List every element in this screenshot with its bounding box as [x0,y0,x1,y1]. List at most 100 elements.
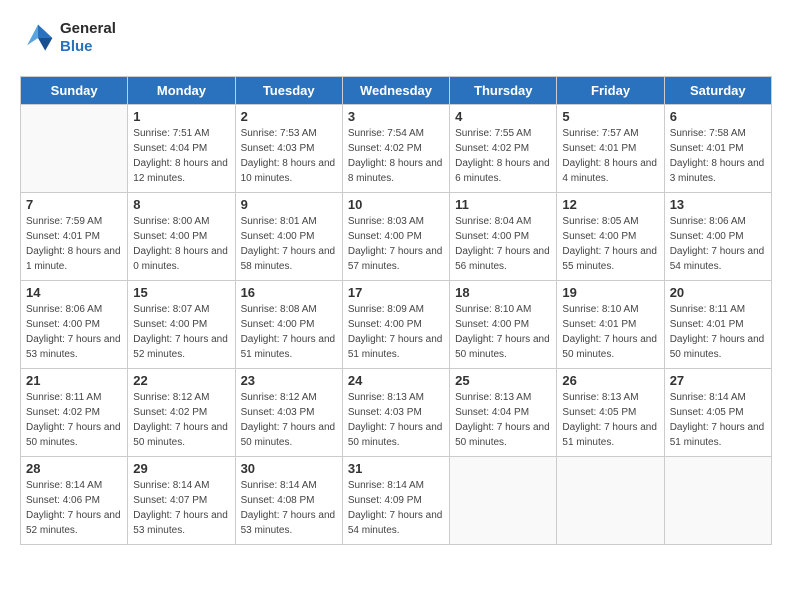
calendar-cell [21,105,128,193]
day-info: Sunrise: 8:12 AMSunset: 4:03 PMDaylight:… [241,390,337,450]
day-info: Sunrise: 8:14 AMSunset: 4:08 PMDaylight:… [241,478,337,538]
calendar-cell: 20 Sunrise: 8:11 AMSunset: 4:01 PMDayligh… [664,281,771,369]
day-info: Sunrise: 7:51 AMSunset: 4:04 PMDaylight:… [133,126,229,186]
day-number: 17 [348,285,444,300]
calendar-cell: 13 Sunrise: 8:06 AMSunset: 4:00 PMDayligh… [664,193,771,281]
day-info: Sunrise: 8:11 AMSunset: 4:01 PMDaylight:… [670,302,766,362]
calendar-cell: 25 Sunrise: 8:13 AMSunset: 4:04 PMDayligh… [450,369,557,457]
calendar-cell: 22 Sunrise: 8:12 AMSunset: 4:02 PMDayligh… [128,369,235,457]
day-number: 13 [670,197,766,212]
day-number: 19 [562,285,658,300]
calendar-cell: 30 Sunrise: 8:14 AMSunset: 4:08 PMDayligh… [235,457,342,545]
day-info: Sunrise: 8:08 AMSunset: 4:00 PMDaylight:… [241,302,337,362]
col-header-tuesday: Tuesday [235,77,342,105]
day-info: Sunrise: 7:58 AMSunset: 4:01 PMDaylight:… [670,126,766,186]
calendar-cell: 10Sunrise: 8:03 AMSunset: 4:00 PMDayligh… [342,193,449,281]
calendar-cell: 26 Sunrise: 8:13 AMSunset: 4:05 PMDayligh… [557,369,664,457]
calendar-cell: 28 Sunrise: 8:14 AMSunset: 4:06 PMDayligh… [21,457,128,545]
calendar-cell: 4 Sunrise: 7:55 AMSunset: 4:02 PMDaylight… [450,105,557,193]
day-number: 5 [562,109,658,124]
calendar-cell [450,457,557,545]
day-number: 20 [670,285,766,300]
day-info: Sunrise: 8:14 AMSunset: 4:07 PMDaylight:… [133,478,229,538]
day-info: Sunrise: 8:13 AMSunset: 4:05 PMDaylight:… [562,390,658,450]
day-number: 28 [26,461,122,476]
day-info: Sunrise: 7:57 AMSunset: 4:01 PMDaylight:… [562,126,658,186]
day-number: 25 [455,373,551,388]
day-info: Sunrise: 7:59 AMSunset: 4:01 PMDaylight:… [26,214,122,274]
calendar-cell: 27 Sunrise: 8:14 AMSunset: 4:05 PMDayligh… [664,369,771,457]
col-header-monday: Monday [128,77,235,105]
day-info: Sunrise: 8:00 AMSunset: 4:00 PMDaylight:… [133,214,229,274]
day-number: 1 [133,109,229,124]
calendar-cell: 17 Sunrise: 8:09 AMSunset: 4:00 PMDayligh… [342,281,449,369]
day-info: Sunrise: 8:14 AMSunset: 4:09 PMDaylight:… [348,478,444,538]
day-number: 27 [670,373,766,388]
day-info: Sunrise: 8:06 AMSunset: 4:00 PMDaylight:… [670,214,766,274]
calendar-cell: 21 Sunrise: 8:11 AMSunset: 4:02 PMDayligh… [21,369,128,457]
day-number: 15 [133,285,229,300]
day-info: Sunrise: 8:03 AMSunset: 4:00 PMDaylight:… [348,214,444,274]
day-number: 24 [348,373,444,388]
day-number: 14 [26,285,122,300]
calendar-table: SundayMondayTuesdayWednesdayThursdayFrid… [20,76,772,545]
day-number: 31 [348,461,444,476]
calendar-cell: 6 Sunrise: 7:58 AMSunset: 4:01 PMDaylight… [664,105,771,193]
day-info: Sunrise: 7:54 AMSunset: 4:02 PMDaylight:… [348,126,444,186]
col-header-sunday: Sunday [21,77,128,105]
day-number: 8 [133,197,229,212]
day-number: 6 [670,109,766,124]
day-info: Sunrise: 8:11 AMSunset: 4:02 PMDaylight:… [26,390,122,450]
day-info: Sunrise: 8:05 AMSunset: 4:00 PMDaylight:… [562,214,658,274]
calendar-cell: 9Sunrise: 8:01 AMSunset: 4:00 PMDaylight… [235,193,342,281]
calendar-cell: 7 Sunrise: 7:59 AMSunset: 4:01 PMDaylight… [21,193,128,281]
logo-blue: Blue [60,38,116,56]
day-number: 7 [26,197,122,212]
day-number: 2 [241,109,337,124]
logo: General Blue [20,20,116,56]
day-number: 22 [133,373,229,388]
calendar-cell: 29 Sunrise: 8:14 AMSunset: 4:07 PMDayligh… [128,457,235,545]
calendar-cell: 2 Sunrise: 7:53 AMSunset: 4:03 PMDaylight… [235,105,342,193]
calendar-cell: 1 Sunrise: 7:51 AMSunset: 4:04 PMDaylight… [128,105,235,193]
day-info: Sunrise: 8:09 AMSunset: 4:00 PMDaylight:… [348,302,444,362]
day-number: 11 [455,197,551,212]
day-number: 30 [241,461,337,476]
calendar-cell: 8 Sunrise: 8:00 AMSunset: 4:00 PMDaylight… [128,193,235,281]
calendar-cell: 3Sunrise: 7:54 AMSunset: 4:02 PMDaylight… [342,105,449,193]
calendar-cell: 23 Sunrise: 8:12 AMSunset: 4:03 PMDayligh… [235,369,342,457]
calendar-cell: 12 Sunrise: 8:05 AMSunset: 4:00 PMDayligh… [557,193,664,281]
calendar-cell: 5 Sunrise: 7:57 AMSunset: 4:01 PMDaylight… [557,105,664,193]
day-info: Sunrise: 7:53 AMSunset: 4:03 PMDaylight:… [241,126,337,186]
day-info: Sunrise: 8:14 AMSunset: 4:05 PMDaylight:… [670,390,766,450]
day-number: 26 [562,373,658,388]
col-header-wednesday: Wednesday [342,77,449,105]
day-info: Sunrise: 8:10 AMSunset: 4:00 PMDaylight:… [455,302,551,362]
day-number: 16 [241,285,337,300]
day-number: 29 [133,461,229,476]
calendar-cell: 16 Sunrise: 8:08 AMSunset: 4:00 PMDayligh… [235,281,342,369]
calendar-cell: 31 Sunrise: 8:14 AMSunset: 4:09 PMDayligh… [342,457,449,545]
col-header-saturday: Saturday [664,77,771,105]
calendar-cell: 24 Sunrise: 8:13 AMSunset: 4:03 PMDayligh… [342,369,449,457]
day-number: 18 [455,285,551,300]
day-info: Sunrise: 8:10 AMSunset: 4:01 PMDaylight:… [562,302,658,362]
calendar-cell: 19 Sunrise: 8:10 AMSunset: 4:01 PMDayligh… [557,281,664,369]
calendar-cell: 14 Sunrise: 8:06 AMSunset: 4:00 PMDayligh… [21,281,128,369]
calendar-cell: 11 Sunrise: 8:04 AMSunset: 4:00 PMDayligh… [450,193,557,281]
day-number: 4 [455,109,551,124]
day-info: Sunrise: 8:06 AMSunset: 4:00 PMDaylight:… [26,302,122,362]
day-number: 9 [241,197,337,212]
day-info: Sunrise: 7:55 AMSunset: 4:02 PMDaylight:… [455,126,551,186]
day-number: 21 [26,373,122,388]
calendar-cell [557,457,664,545]
day-info: Sunrise: 8:12 AMSunset: 4:02 PMDaylight:… [133,390,229,450]
day-info: Sunrise: 8:13 AMSunset: 4:04 PMDaylight:… [455,390,551,450]
day-info: Sunrise: 8:13 AMSunset: 4:03 PMDaylight:… [348,390,444,450]
day-number: 23 [241,373,337,388]
day-info: Sunrise: 8:04 AMSunset: 4:00 PMDaylight:… [455,214,551,274]
day-info: Sunrise: 8:14 AMSunset: 4:06 PMDaylight:… [26,478,122,538]
col-header-thursday: Thursday [450,77,557,105]
day-number: 12 [562,197,658,212]
calendar-cell: 15Sunrise: 8:07 AMSunset: 4:00 PMDayligh… [128,281,235,369]
